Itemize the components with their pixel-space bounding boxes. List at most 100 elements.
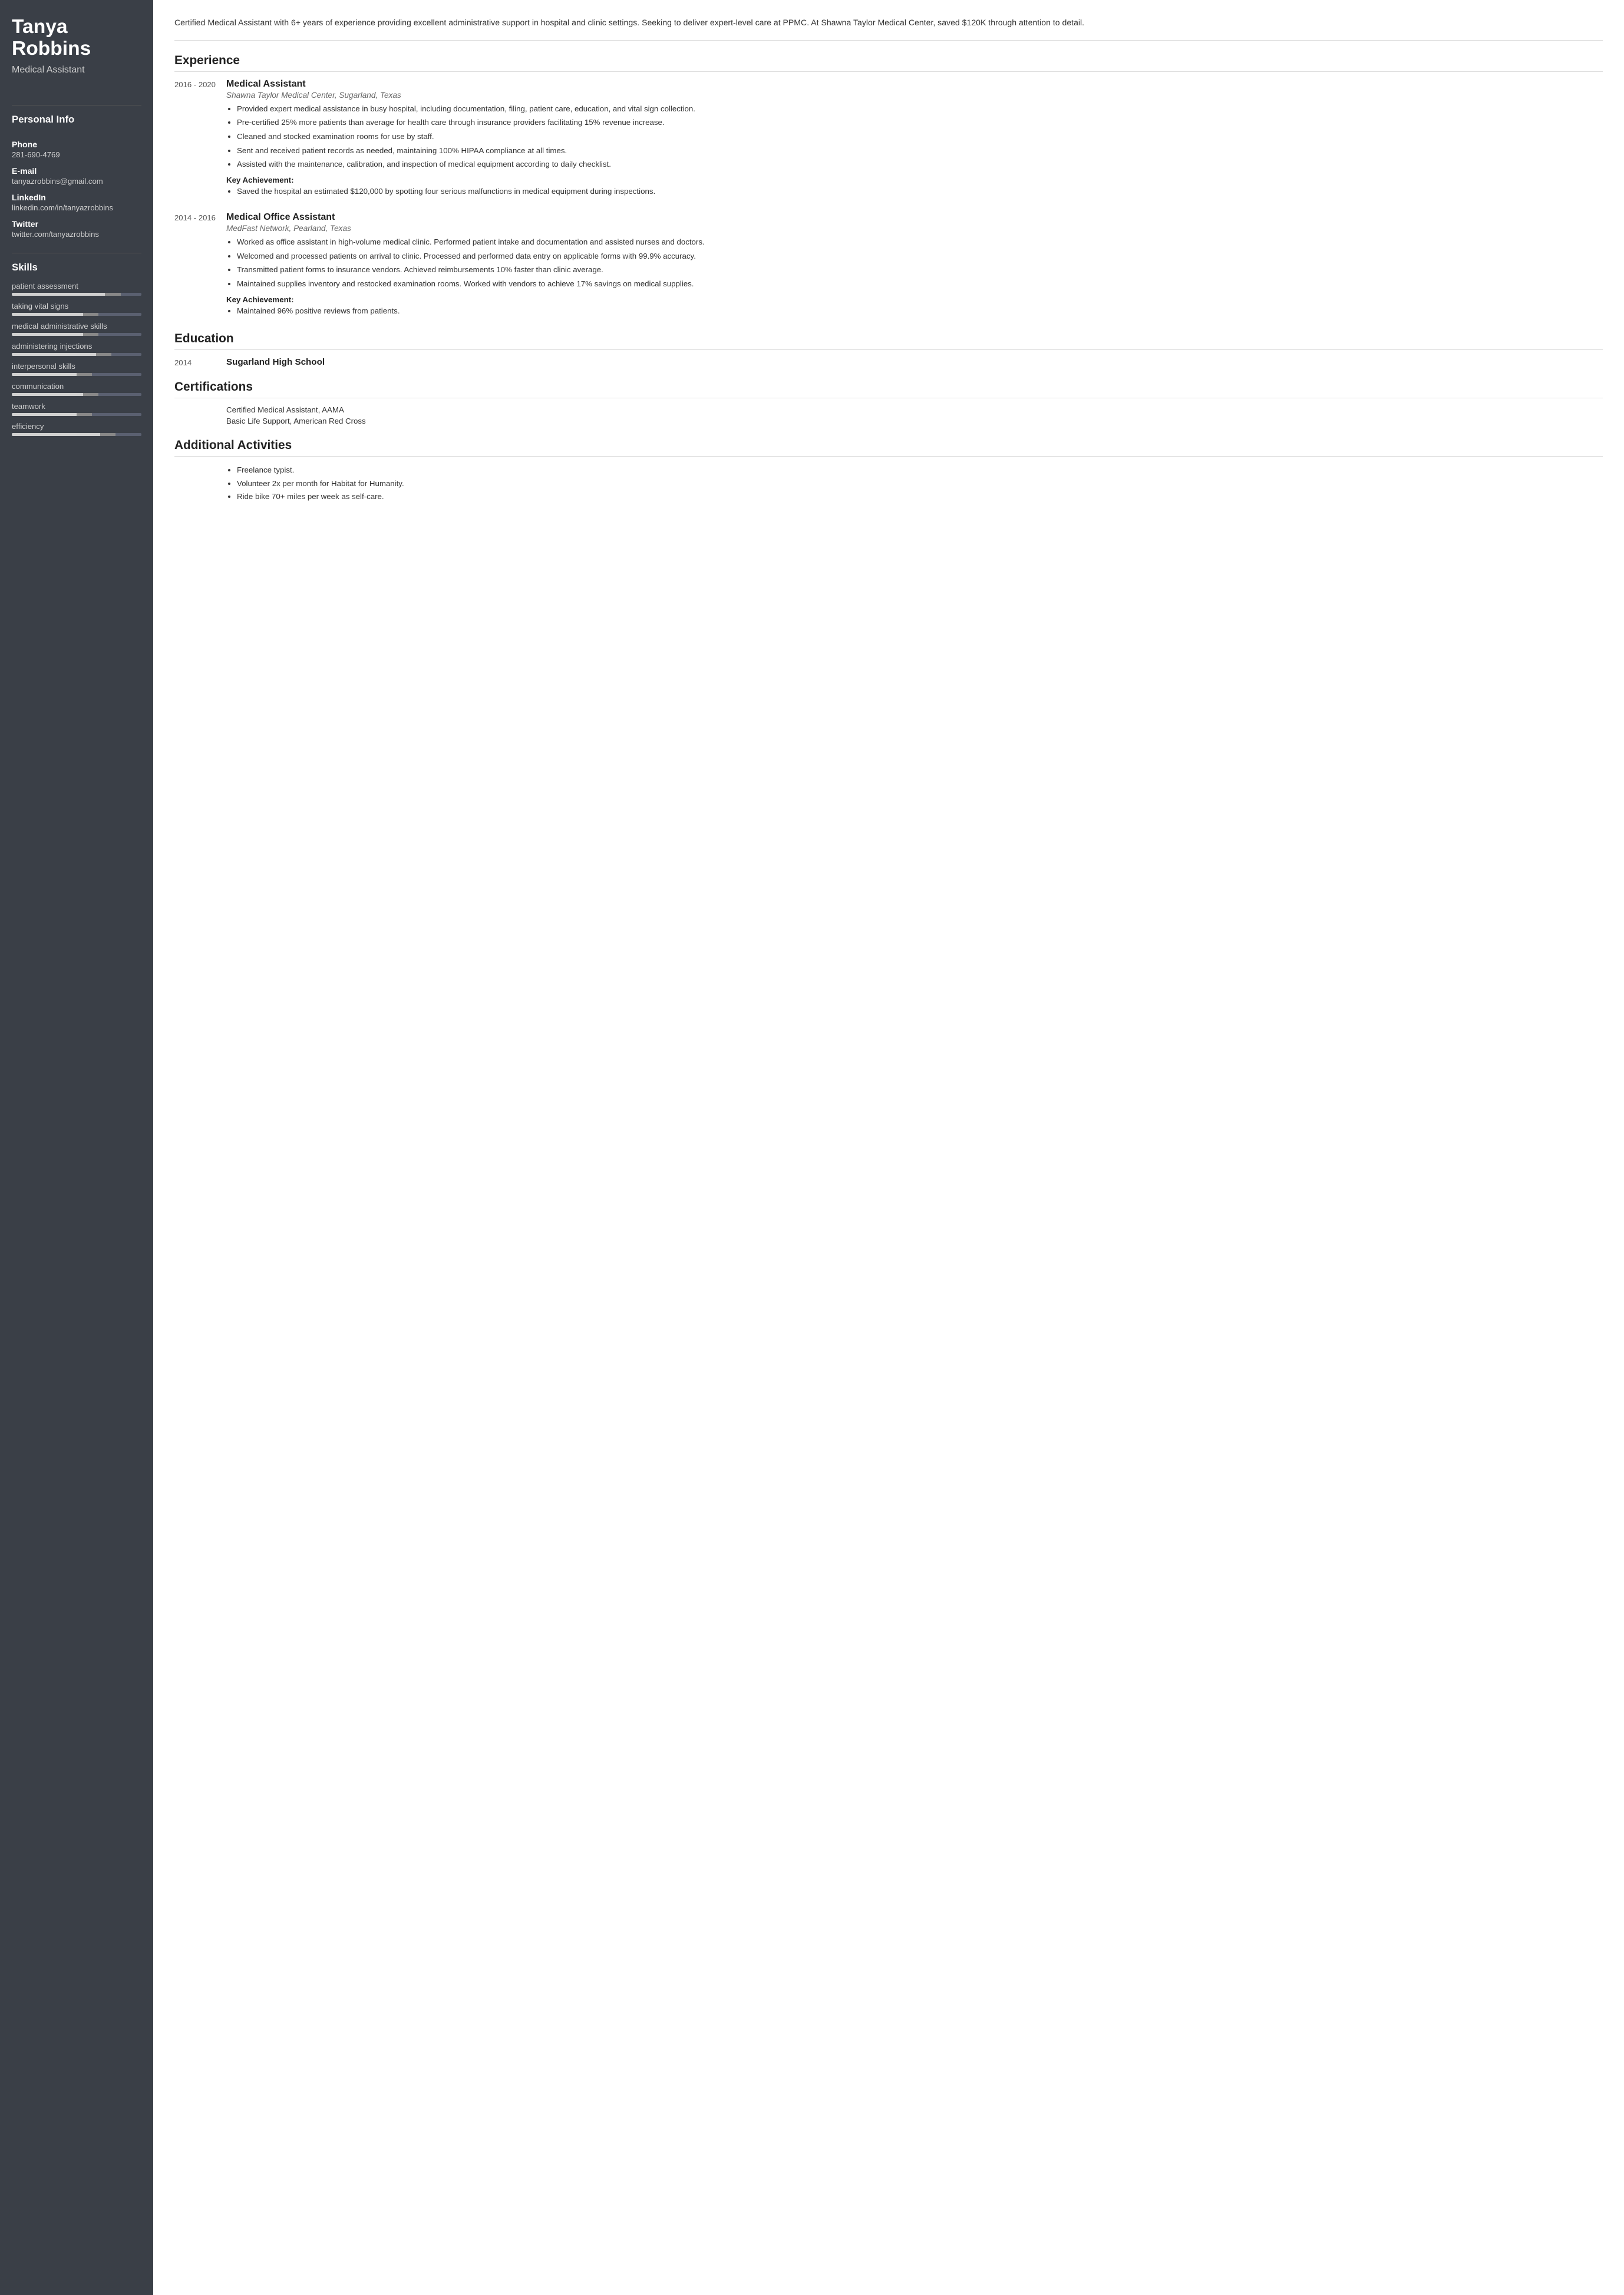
skill-bar-inner — [12, 333, 141, 336]
activities-entry: Freelance typist.Volunteer 2x per month … — [174, 464, 1603, 504]
skill-bar — [12, 293, 141, 296]
skill-bar-dark — [100, 433, 115, 436]
key-achievement-bullet: Maintained 96% positive reviews from pat… — [237, 305, 1603, 318]
exp-bullet: Pre-certified 25% more patients than ave… — [237, 117, 1603, 129]
activity-item: Freelance typist. — [237, 464, 404, 477]
certification-entry: Certified Medical Assistant, AAMA — [174, 405, 1603, 414]
skills-heading: Skills — [12, 253, 141, 273]
skill-bar-light — [12, 353, 96, 356]
activity-item: Ride bike 70+ miles per week as self-car… — [237, 490, 404, 504]
skill-bar-dark — [96, 353, 111, 356]
exp-job-title: Medical Assistant — [226, 79, 1603, 90]
email-value: tanyazrobbins@gmail.com — [12, 177, 141, 186]
exp-content: Medical Office AssistantMedFast Network,… — [226, 212, 1603, 319]
activities-section: Additional Activities Freelance typist.V… — [174, 438, 1603, 504]
skill-label: efficiency — [12, 422, 141, 431]
skill-label: medical administrative skills — [12, 322, 141, 331]
certifications-title: Certifications — [174, 380, 1603, 398]
skill-bar-light — [12, 413, 77, 416]
exp-bullet: Sent and received patient records as nee… — [237, 145, 1603, 157]
exp-bullet: Transmitted patient forms to insurance v… — [237, 264, 1603, 276]
edu-year: 2014 — [174, 357, 216, 367]
exp-bullet: Assisted with the maintenance, calibrati… — [237, 158, 1603, 171]
candidate-name: Tanya Robbins — [12, 16, 141, 60]
skill-bar-inner — [12, 293, 141, 296]
education-entry: 2014 Sugarland High School — [174, 357, 1603, 367]
skill-bar — [12, 333, 141, 336]
activities-spacer — [174, 464, 216, 504]
email-label: E-mail — [12, 166, 141, 176]
key-achievement-label: Key Achievement: — [226, 295, 1603, 304]
phone-label: Phone — [12, 140, 141, 149]
skill-label: teamwork — [12, 402, 141, 411]
exp-company: Shawna Taylor Medical Center, Sugarland,… — [226, 91, 1603, 100]
exp-job-title: Medical Office Assistant — [226, 212, 1603, 223]
sidebar: Tanya Robbins Medical Assistant Personal… — [0, 0, 153, 2295]
activity-item: Volunteer 2x per month for Habitat for H… — [237, 477, 404, 491]
linkedin-value: linkedin.com/in/tanyazrobbins — [12, 203, 141, 212]
skill-bar-light — [12, 393, 83, 396]
skill-label: interpersonal skills — [12, 362, 141, 371]
candidate-title: Medical Assistant — [12, 65, 141, 75]
experience-entry: 2016 - 2020 Medical AssistantShawna Taylo… — [174, 79, 1603, 199]
skill-bar-inner — [12, 353, 141, 356]
exp-bullet: Welcomed and processed patients on arriv… — [237, 250, 1603, 263]
exp-dates: 2014 - 2016 — [174, 212, 216, 319]
skill-item: communication — [12, 382, 141, 396]
twitter-label: Twitter — [12, 219, 141, 229]
skill-item: interpersonal skills — [12, 362, 141, 376]
exp-bullets: Provided expert medical assistance in bu… — [226, 103, 1603, 171]
skill-bar-light — [12, 313, 83, 316]
skill-bar-inner — [12, 413, 141, 416]
skill-item: administering injections — [12, 342, 141, 356]
skill-label: communication — [12, 382, 141, 391]
education-entries: 2014 Sugarland High School — [174, 357, 1603, 367]
summary-text: Certified Medical Assistant with 6+ year… — [174, 16, 1603, 41]
skill-bar-inner — [12, 373, 141, 376]
skill-bar — [12, 393, 141, 396]
skill-label: patient assessment — [12, 282, 141, 290]
skill-bar-light — [12, 373, 77, 376]
skill-bar-inner — [12, 433, 141, 436]
skill-item: medical administrative skills — [12, 322, 141, 336]
skill-bar-dark — [77, 413, 92, 416]
exp-dates: 2016 - 2020 — [174, 79, 216, 199]
exp-bullets: Worked as office assistant in high-volum… — [226, 236, 1603, 290]
activities-title: Additional Activities — [174, 438, 1603, 457]
personal-info-heading: Personal Info — [12, 105, 141, 126]
key-achievement-bullets: Saved the hospital an estimated $120,000… — [226, 186, 1603, 198]
skill-bar — [12, 373, 141, 376]
skill-bar-dark — [77, 373, 92, 376]
skill-item: patient assessment — [12, 282, 141, 296]
experience-entry: 2014 - 2016Medical Office AssistantMedFa… — [174, 212, 1603, 319]
education-title: Education — [174, 332, 1603, 350]
experience-section: Experience 2016 - 2020Medical AssistantS… — [174, 54, 1603, 319]
skill-bar — [12, 433, 141, 436]
exp-company: MedFast Network, Pearland, Texas — [226, 224, 1603, 233]
skill-bar-dark — [83, 393, 98, 396]
exp-bullet: Worked as office assistant in high-volum… — [237, 236, 1603, 249]
activities-list: Freelance typist.Volunteer 2x per month … — [226, 464, 404, 504]
skill-bar-inner — [12, 313, 141, 316]
experience-entries: 2016 - 2020 Medical AssistantShawna Taylo… — [174, 79, 1603, 319]
main-content: Certified Medical Assistant with 6+ year… — [153, 0, 1624, 2295]
twitter-value: twitter.com/tanyazrobbins — [12, 230, 141, 239]
skill-item: efficiency — [12, 422, 141, 436]
skill-bar-dark — [83, 313, 98, 316]
key-achievement-bullet: Saved the hospital an estimated $120,000… — [237, 186, 1603, 198]
edu-school: Sugarland High School — [226, 357, 325, 367]
cert-spacer — [174, 405, 216, 414]
exp-bullet: Cleaned and stocked examination rooms fo… — [237, 131, 1603, 143]
skill-bar-light — [12, 293, 105, 296]
skill-item: teamwork — [12, 402, 141, 416]
cert-spacer — [174, 417, 216, 425]
certifications-section: Certifications Certified Medical Assista… — [174, 380, 1603, 425]
cert-text: Basic Life Support, American Red Cross — [226, 417, 366, 425]
skill-bar-light — [12, 333, 83, 336]
education-section: Education 2014 Sugarland High School — [174, 332, 1603, 367]
phone-value: 281-690-4769 — [12, 150, 141, 159]
cert-text: Certified Medical Assistant, AAMA — [226, 405, 344, 414]
skill-bar — [12, 413, 141, 416]
skill-label: administering injections — [12, 342, 141, 351]
exp-bullet: Maintained supplies inventory and restoc… — [237, 278, 1603, 290]
